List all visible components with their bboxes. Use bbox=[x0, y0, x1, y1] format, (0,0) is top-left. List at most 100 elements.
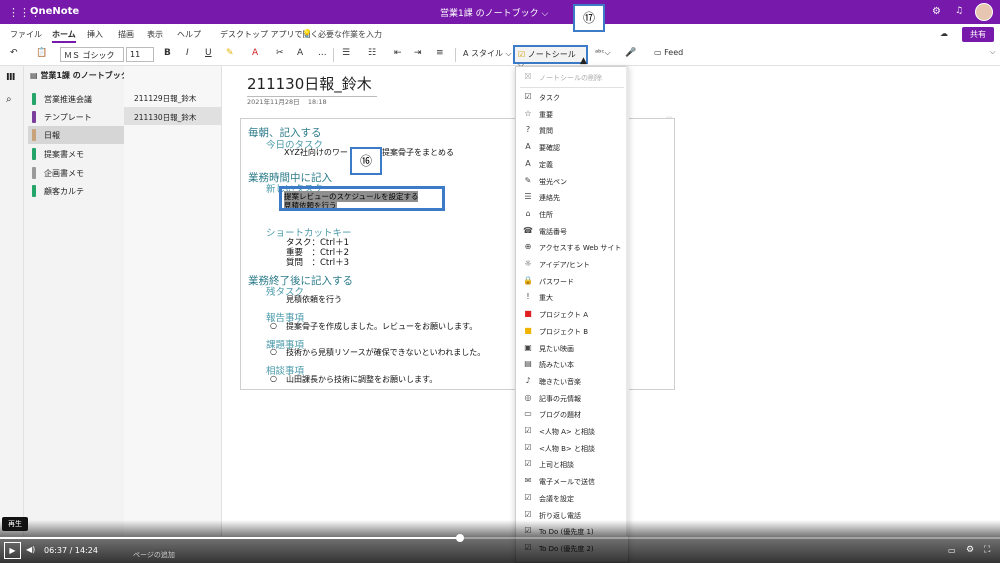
note-tag-item[interactable]: ⌂ 住所 bbox=[516, 206, 628, 223]
numbered-list-icon[interactable]: ☷ bbox=[368, 48, 376, 58]
notebook-title[interactable]: 営業1課 のノートブック ⌵ bbox=[440, 6, 548, 19]
chat-icon[interactable]: ☁ bbox=[940, 29, 948, 38]
note-tag-item[interactable]: A 要確認 bbox=[516, 139, 628, 156]
tab-home[interactable]: ホーム bbox=[52, 29, 76, 43]
styles-button[interactable]: A スタイル ⌵ bbox=[463, 48, 512, 59]
section-item[interactable]: 営業推進会議 bbox=[28, 90, 124, 108]
font-color-icon[interactable]: A bbox=[252, 48, 258, 58]
note-tag-item[interactable]: ▭ ブログの題材 bbox=[516, 406, 628, 423]
notebook-header[interactable]: ▤ 営業1課 のノートブック ⌵ bbox=[30, 70, 138, 81]
page-item[interactable]: 211130日報_鈴木 bbox=[124, 107, 222, 125]
tell-me-input[interactable]: 必要な作業を入力 bbox=[318, 29, 382, 40]
note-tag-item[interactable]: ■ プロジェクト A bbox=[516, 306, 628, 323]
app-name[interactable]: OneNote bbox=[30, 6, 79, 17]
align-icon[interactable]: ≡ bbox=[436, 48, 444, 58]
note-line[interactable]: 提案骨子をまとめる bbox=[382, 147, 454, 158]
note-tag-icon: ✎ bbox=[524, 175, 532, 185]
italic-button[interactable]: I bbox=[186, 48, 189, 58]
outdent-icon[interactable]: ⇤ bbox=[394, 48, 402, 58]
note-tag-item[interactable]: ◎ 記事の元情報 bbox=[516, 390, 628, 407]
note-line[interactable]: XYZ社向けのワー bbox=[284, 147, 348, 158]
tab-view[interactable]: 表示 bbox=[147, 29, 163, 40]
play-button[interactable]: ▶ bbox=[4, 542, 21, 559]
settings-gear-icon[interactable]: ⚙ bbox=[966, 545, 974, 555]
highlight-icon[interactable]: ✎ bbox=[226, 48, 234, 58]
note-tag-item[interactable]: ☑ <人物 B> と相談 bbox=[516, 440, 628, 457]
indent-icon[interactable]: ⇥ bbox=[414, 48, 422, 58]
menu-item-label: パスワード bbox=[539, 277, 574, 286]
note-tag-item[interactable]: ✉ 電子メールで送信 bbox=[516, 473, 628, 490]
tab-draw[interactable]: 描画 bbox=[118, 29, 134, 40]
note-tag-item[interactable]: ☑ 上司と相談 bbox=[516, 456, 628, 473]
font-name-select[interactable]: ＭＳ ゴシック bbox=[60, 47, 124, 62]
feed-button[interactable]: ▭ Feed bbox=[654, 48, 683, 57]
note-tag-item[interactable]: ▤ 読みたい本 bbox=[516, 356, 628, 373]
section-item[interactable]: テンプレート bbox=[28, 108, 124, 126]
font-size-select[interactable]: 11 bbox=[126, 47, 154, 62]
menu-item-label: ブログの題材 bbox=[539, 411, 581, 420]
share-button[interactable]: 共有 bbox=[962, 27, 994, 42]
note-line[interactable]: 山田課長から技術に調整をお願いします。 bbox=[286, 374, 437, 385]
note-tag-item[interactable]: ☰ 連絡先 bbox=[516, 189, 628, 206]
section-item[interactable]: 日報 bbox=[28, 126, 124, 144]
undo-icon[interactable]: ↶ bbox=[10, 48, 18, 58]
note-tag-item[interactable]: ⊕ アクセスする Web サイト bbox=[516, 239, 628, 256]
note-tag-item[interactable]: A 定義 bbox=[516, 156, 628, 173]
note-line[interactable]: 質問 ：Ctrl＋3 bbox=[286, 256, 349, 268]
tab-file[interactable]: ファイル bbox=[10, 29, 42, 40]
volume-icon[interactable]: ◀) bbox=[26, 545, 35, 554]
collapse-ribbon-icon[interactable]: ⌵ bbox=[990, 48, 995, 57]
note-line[interactable]: 提案骨子を作成しました。レビューをお願いします。 bbox=[286, 321, 477, 332]
search-icon[interactable]: ⌕ bbox=[6, 94, 12, 105]
note-tag-item[interactable]: ☑ <人物 A> と相談 bbox=[516, 423, 628, 440]
avatar[interactable] bbox=[975, 3, 993, 21]
underline-button[interactable]: U bbox=[205, 48, 212, 58]
notebooks-icon[interactable]: Ⅲ bbox=[6, 72, 15, 83]
note-tag-item[interactable]: ☑ 会議を設定 bbox=[516, 490, 628, 507]
bullet-list-icon[interactable]: ☰ bbox=[342, 48, 350, 58]
page-item[interactable]: 211129日報_鈴木 bbox=[124, 88, 222, 106]
note-tag-item[interactable]: 🔒 パスワード bbox=[516, 273, 628, 290]
settings-icon[interactable]: ⚙ bbox=[932, 6, 941, 17]
progress-knob[interactable] bbox=[456, 534, 464, 542]
dropdown-scrollbar[interactable] bbox=[626, 66, 629, 536]
page-title[interactable]: 211130日報_鈴木 bbox=[247, 73, 377, 97]
paste-icon[interactable]: 📋 bbox=[36, 48, 47, 58]
outline-handle[interactable]: ⋯ bbox=[666, 114, 672, 121]
styles-label: スタイル bbox=[471, 49, 504, 58]
note-tag-item[interactable]: ■ プロジェクト B bbox=[516, 323, 628, 340]
bold-button[interactable]: B bbox=[164, 48, 171, 58]
tab-help[interactable]: ヘルプ bbox=[177, 29, 201, 40]
note-tag-item[interactable]: ! 重大 bbox=[516, 289, 628, 306]
note-tag-item[interactable]: ☑ タスク bbox=[516, 89, 628, 106]
fullscreen-icon[interactable]: ⛶ bbox=[984, 545, 990, 555]
section-item[interactable]: 提案書メモ bbox=[28, 145, 124, 163]
microphone-icon[interactable]: 🎤 bbox=[625, 48, 636, 58]
note-tag-item[interactable]: ☼ アイデア/ヒント bbox=[516, 256, 628, 273]
spelling-icon[interactable]: ᵃᵇᶜ⌵ bbox=[595, 48, 611, 58]
note-line[interactable]: 技術から見積リソースが確保できないといわれました。 bbox=[286, 347, 485, 358]
note-tags-button[interactable]: ☑ ノートシール ⌵ bbox=[513, 45, 588, 69]
note-tag-item[interactable]: ▣ 見たい映画 bbox=[516, 340, 628, 357]
note-line[interactable]: 見積依頼を行う bbox=[286, 294, 342, 305]
menu-item-label: 要確認 bbox=[539, 144, 560, 153]
remove-note-tag-item[interactable]: ☒ ノートシールの削除 bbox=[516, 69, 628, 86]
note-tag-item[interactable]: ? 質問 bbox=[516, 122, 628, 139]
feed-label: Feed bbox=[664, 48, 684, 57]
section-item[interactable]: 顧客カルテ bbox=[28, 182, 124, 200]
section-color-tab bbox=[32, 93, 36, 105]
note-tag-item[interactable]: ☎ 電話番号 bbox=[516, 223, 628, 240]
add-page-button[interactable]: ページの追加 bbox=[133, 550, 175, 560]
captions-icon[interactable]: ▭ bbox=[948, 546, 956, 555]
note-tag-item[interactable]: ✎ 蛍光ペン bbox=[516, 173, 628, 190]
note-tag-item[interactable]: ♪ 聴きたい音楽 bbox=[516, 373, 628, 390]
clear-format-icon[interactable]: A bbox=[297, 48, 303, 58]
format-painter-icon[interactable]: ✂ bbox=[276, 48, 284, 58]
note-tag-item[interactable]: ☆ 重要 bbox=[516, 106, 628, 123]
more-button[interactable]: ... bbox=[318, 48, 327, 58]
menu-item-label: 記事の元情報 bbox=[539, 394, 581, 403]
section-item[interactable]: 企画書メモ bbox=[28, 164, 124, 182]
bell-icon[interactable]: ♫ bbox=[955, 6, 963, 16]
ribbon-toolbar: ↶ 📋 ＭＳ ゴシック 11 B I U ✎ A ✂ A ... ☰ ☷ ⇤ ⇥… bbox=[0, 44, 1000, 69]
tab-insert[interactable]: 挿入 bbox=[87, 29, 103, 40]
